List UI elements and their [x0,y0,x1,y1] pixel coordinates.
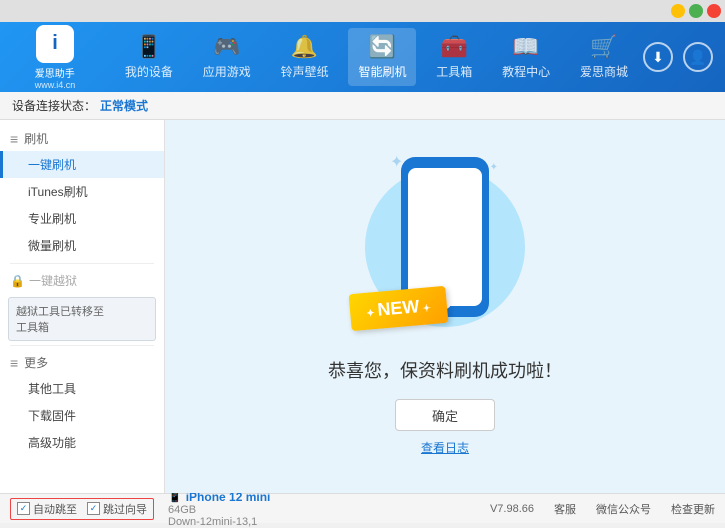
info-box-line2: 工具箱 [16,319,148,335]
one-click-flash-label: 一键刷机 [28,158,76,172]
auto-jump-checkbox[interactable]: ✓ 自动跳至 [17,501,77,517]
bottom-left: ✓ 自动跳至 ✓ 跳过向导 📱 iPhone 12 mini 64GB Down… [10,490,270,528]
apps-games-icon: 🎮 [213,34,240,60]
toolbox-icon: 🧰 [441,34,468,60]
account-button[interactable]: 👤 [683,42,713,72]
download-button[interactable]: ⬇ [643,42,673,72]
skip-guide-checkbox[interactable]: ✓ 跳过向导 [87,501,147,517]
skip-guide-checkbox-box: ✓ [87,502,100,515]
logo-area: i 爱思助手 www.i4.cn [0,25,110,90]
download-firmware-label: 下载固件 [28,409,76,423]
bottom-right: V7.98.66 客服 微信公众号 检查更新 [490,501,715,517]
nav-tutorials[interactable]: 📖 教程中心 [492,28,560,86]
sidebar-item-download-firmware[interactable]: 下载固件 [0,402,164,429]
confirm-button[interactable]: 确定 [395,399,495,431]
sidebar-divider-1 [10,263,154,264]
nav-my-device-label: 我的设备 [125,63,173,80]
sidebar: ≡ 刷机 一键刷机 iTunes刷机 专业刷机 微量刷机 🔒 一键越狱 越狱工具… [0,120,165,493]
sidebar-item-advanced[interactable]: 高级功能 [0,429,164,456]
nav-apps-games[interactable]: 🎮 应用游戏 [193,28,261,86]
sidebar-item-pro-flash[interactable]: 专业刷机 [0,205,164,232]
maximize-button[interactable] [689,4,703,18]
flash-section-icon: ≡ [10,131,18,147]
mall-icon: 🛒 [590,34,617,60]
nav-toolbox[interactable]: 🧰 工具箱 [426,28,482,86]
success-text: 恭喜您，保资料刷机成功啦！ [328,357,562,383]
main-layout: ≡ 刷机 一键刷机 iTunes刷机 专业刷机 微量刷机 🔒 一键越狱 越狱工具… [0,120,725,493]
nav-mall[interactable]: 🛒 爱思商城 [570,28,638,86]
status-label: 设备连接状态： [12,97,96,114]
auto-jump-label: 自动跳至 [33,501,77,517]
more-section-title[interactable]: ≡ 更多 [0,350,164,375]
phone-illustration-container: ✦ ✦ ✦ NEW [360,157,530,347]
skip-guide-label: 跳过向导 [103,501,147,517]
nav-ringtones[interactable]: 🔔 铃声壁纸 [271,28,339,86]
flash-section-label: 刷机 [24,130,48,147]
logo-icon: i [36,25,74,63]
lock-icon: 🔒 [10,274,25,288]
info-box-line1: 越狱工具已转移至 [16,303,148,319]
device-info: 📱 iPhone 12 mini 64GB Down-12mini-13,1 [168,490,270,528]
smart-flash-icon: 🔄 [369,34,396,60]
nav-smart-flash[interactable]: 🔄 智能刷机 [348,28,416,86]
device-storage: 64GB [168,504,270,516]
nav-my-device[interactable]: 📱 我的设备 [115,28,183,86]
pro-flash-label: 专业刷机 [28,212,76,226]
bottom-bar: ✓ 自动跳至 ✓ 跳过向导 📱 iPhone 12 mini 64GB Down… [0,493,725,523]
nav-toolbox-label: 工具箱 [436,63,472,80]
sidebar-item-ipsw-flash[interactable]: 微量刷机 [0,232,164,259]
status-bar: 设备连接状态： 正常模式 [0,92,725,120]
my-device-icon: 📱 [135,34,162,60]
status-value: 正常模式 [100,97,148,114]
more-section-label: 更多 [24,354,48,371]
update-link[interactable]: 检查更新 [671,501,715,517]
nav-mall-label: 爱思商城 [580,63,628,80]
success-content: ✦ ✦ ✦ NEW 恭喜您，保资料刷机成功啦！ 确定 查看日志 [328,157,562,456]
sidebar-lock-jailbreak: 🔒 一键越狱 [0,268,164,293]
view-log-link[interactable]: 查看日志 [421,439,469,456]
auto-jump-checkbox-box: ✓ [17,502,30,515]
advanced-label: 高级功能 [28,436,76,450]
nav-smart-flash-label: 智能刷机 [358,63,406,80]
sidebar-divider-2 [10,345,154,346]
close-button[interactable] [707,4,721,18]
wechat-link[interactable]: 微信公众号 [596,501,651,517]
flash-section-title[interactable]: ≡ 刷机 [0,126,164,151]
lock-label: 一键越狱 [29,272,77,289]
minimize-button[interactable] [671,4,685,18]
title-bar [0,0,725,22]
sparkle-top-left: ✦ [390,152,403,172]
device-model: Down-12mini-13,1 [168,516,270,528]
itunes-flash-label: iTunes刷机 [28,185,88,199]
nav-right: ⬇ 👤 [643,42,725,72]
sidebar-item-itunes-flash[interactable]: iTunes刷机 [0,178,164,205]
sidebar-item-one-click-flash[interactable]: 一键刷机 [0,151,164,178]
service-link[interactable]: 客服 [554,501,576,517]
header: i 爱思助手 www.i4.cn 📱 我的设备 🎮 应用游戏 🔔 铃声壁纸 🔄 … [0,22,725,92]
checkboxes-border-box: ✓ 自动跳至 ✓ 跳过向导 [10,498,154,520]
content-area: ✦ ✦ ✦ NEW 恭喜您，保资料刷机成功啦！ 确定 查看日志 [165,120,725,493]
nav-apps-games-label: 应用游戏 [203,63,251,80]
nav-items: 📱 我的设备 🎮 应用游戏 🔔 铃声壁纸 🔄 智能刷机 🧰 工具箱 📖 教程中心… [110,22,643,92]
sidebar-item-other-tools[interactable]: 其他工具 [0,375,164,402]
ringtones-icon: 🔔 [291,34,318,60]
nav-tutorials-label: 教程中心 [502,63,550,80]
version-label: V7.98.66 [490,503,534,515]
sparkle-top-right: ✦ [490,162,498,173]
phone-screen [408,168,482,306]
ipsw-flash-label: 微量刷机 [28,239,76,253]
other-tools-label: 其他工具 [28,382,76,396]
more-section-icon: ≡ [10,355,18,371]
sidebar-info-box: 越狱工具已转移至 工具箱 [8,297,156,341]
logo-text: 爱思助手 www.i4.cn [35,65,76,90]
tutorials-icon: 📖 [512,34,539,60]
nav-ringtones-label: 铃声壁纸 [281,63,329,80]
